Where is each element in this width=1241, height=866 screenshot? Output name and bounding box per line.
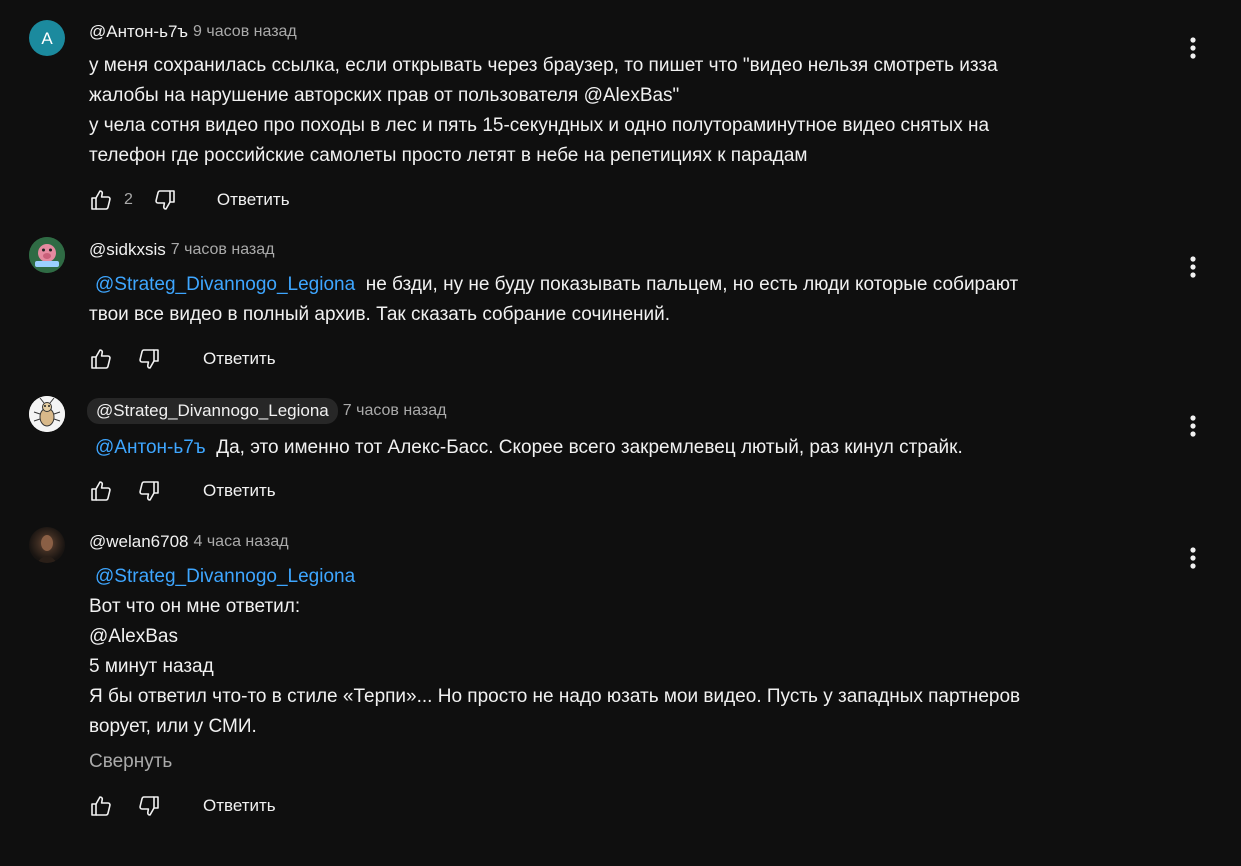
avatar[interactable] — [29, 527, 65, 563]
mention-link[interactable]: @Антон-ь7ъ — [95, 437, 206, 458]
comment-actions: Ответить — [89, 794, 276, 818]
more-vert-icon — [1190, 547, 1196, 569]
author-name[interactable]: @Strateg_Divannogo_Legiona — [87, 398, 338, 424]
reply-button[interactable]: Ответить — [217, 190, 290, 210]
author-name[interactable]: @welan6708 — [89, 532, 189, 552]
thumbs-up-icon — [91, 349, 111, 369]
thumbs-up-icon — [91, 796, 111, 816]
dislike-button[interactable] — [137, 347, 161, 371]
thumbs-down-icon — [155, 190, 175, 210]
comment-time[interactable]: 4 часа назад — [194, 533, 289, 551]
like-button[interactable] — [89, 188, 113, 212]
comment-time[interactable]: 9 часов назад — [193, 23, 297, 41]
comment-actions: Ответить — [89, 479, 276, 503]
author-name[interactable]: @Антон-ь7ъ — [89, 22, 188, 42]
mention-link[interactable]: @Strateg_Divannogo_Legiona — [95, 274, 355, 295]
reply-button[interactable]: Ответить — [203, 349, 276, 369]
reply-button[interactable]: Ответить — [203, 481, 276, 501]
comment-header: @Антон-ь7ъ 9 часов назад — [89, 20, 297, 44]
avatar[interactable]: А — [29, 20, 65, 56]
comment-text-content: Да, это именно тот Алекс-Басс. Скорее вс… — [216, 437, 963, 458]
collapse-link[interactable]: Свернуть — [89, 751, 172, 773]
thumbs-down-icon — [139, 481, 159, 501]
more-vert-icon — [1190, 256, 1196, 278]
more-vert-icon — [1190, 37, 1196, 59]
comment-header: @Strateg_Divannogo_Legiona 7 часов назад — [87, 398, 447, 424]
comment-text-content: Вот что он мне ответил: @AlexBas 5 минут… — [89, 596, 1021, 737]
comment-text: @Strateg_Divannogo_Legiona Вот что он мн… — [89, 562, 1149, 742]
comment-text: @Strateg_Divannogo_Legiona не бзди, ну н… — [89, 270, 1149, 330]
bug-avatar-icon — [29, 396, 65, 432]
thumbs-down-icon — [139, 349, 159, 369]
mention-link[interactable]: @Strateg_Divannogo_Legiona — [95, 566, 355, 587]
reply-button[interactable]: Ответить — [203, 796, 276, 816]
like-button[interactable] — [89, 347, 113, 371]
dislike-button[interactable] — [153, 188, 177, 212]
more-vert-icon — [1190, 415, 1196, 437]
dislike-button[interactable] — [137, 794, 161, 818]
thumbs-up-icon — [91, 481, 111, 501]
thumbs-down-icon — [139, 796, 159, 816]
comment-header: @welan6708 4 часа назад — [89, 530, 289, 554]
dislike-button[interactable] — [137, 479, 161, 503]
avatar[interactable] — [29, 237, 65, 273]
avatar[interactable] — [29, 396, 65, 432]
more-actions-button[interactable] — [1181, 546, 1205, 570]
comment-time[interactable]: 7 часов назад — [171, 241, 275, 259]
like-button[interactable] — [89, 479, 113, 503]
avatar-letter: А — [41, 28, 53, 48]
like-count: 2 — [124, 191, 133, 208]
more-actions-button[interactable] — [1181, 36, 1205, 60]
pig-avatar-icon — [29, 237, 65, 273]
comment-actions: 2 Ответить — [89, 188, 290, 212]
thumbs-up-icon — [91, 190, 111, 210]
more-actions-button[interactable] — [1181, 255, 1205, 279]
comment-header: @sidkxsis 7 часов назад — [89, 238, 275, 262]
more-actions-button[interactable] — [1181, 414, 1205, 438]
like-button[interactable] — [89, 794, 113, 818]
comment-actions: Ответить — [89, 347, 276, 371]
author-name[interactable]: @sidkxsis — [89, 240, 166, 260]
comment-thread: А @Антон-ь7ъ 9 часов назад у меня сохран… — [0, 0, 1241, 866]
comment-time[interactable]: 7 часов назад — [343, 402, 447, 420]
comment-text: @Антон-ь7ъ Да, это именно тот Алекс-Басс… — [89, 433, 1149, 463]
photo-avatar-icon — [37, 535, 57, 563]
comment-text: у меня сохранилась ссылка, если открыват… — [89, 55, 998, 166]
